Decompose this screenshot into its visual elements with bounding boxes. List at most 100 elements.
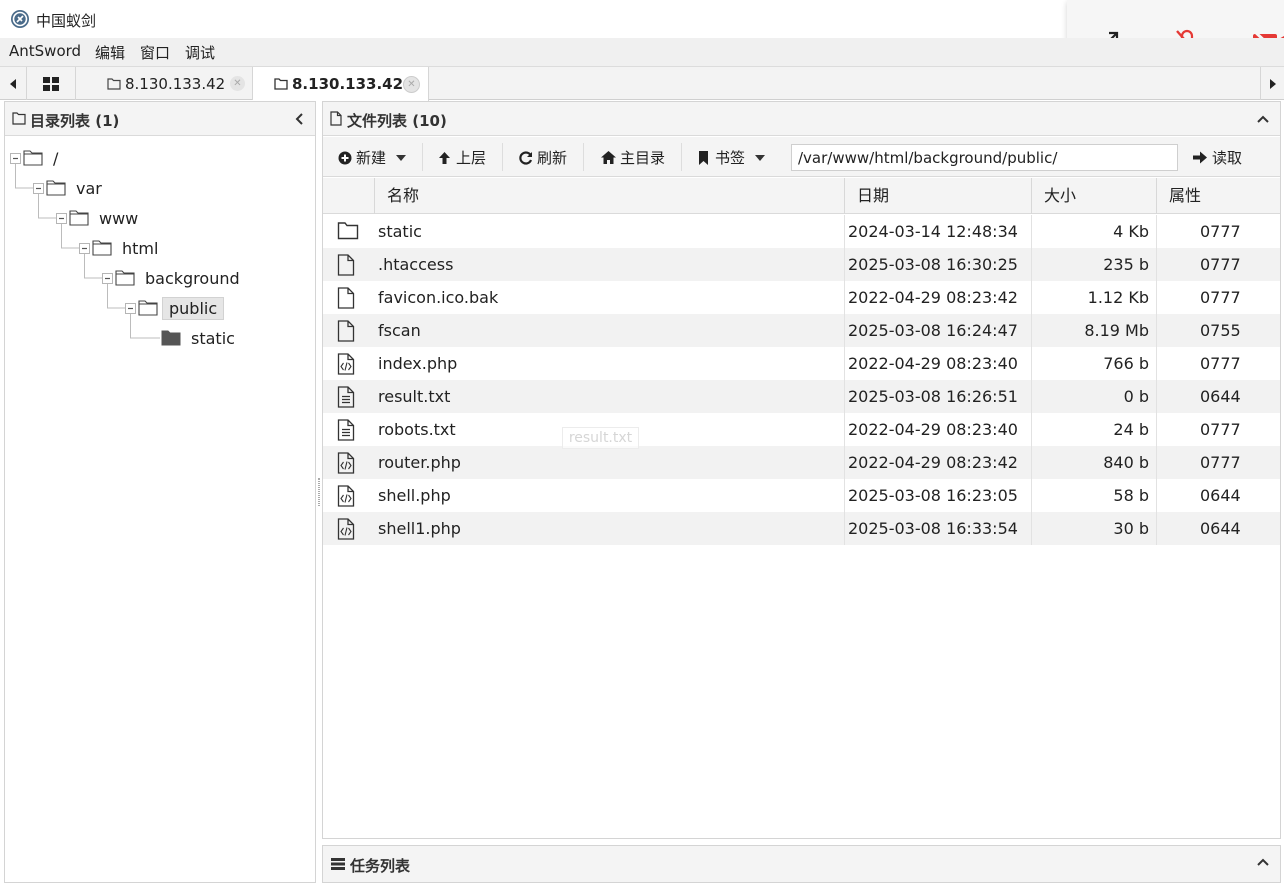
tree-node[interactable]: static bbox=[148, 327, 241, 349]
file-row[interactable]: favicon.ico.bak 2022-04-29 08:23:42 1.12 K… bbox=[323, 281, 1280, 314]
column-divider bbox=[1156, 215, 1157, 545]
file-row[interactable]: index.php 2022-04-29 08:23:40 766 b 0777 bbox=[323, 347, 1280, 380]
file-attr: 0777 bbox=[1200, 420, 1241, 439]
menu-antsword[interactable]: AntSword bbox=[9, 42, 81, 60]
tree-node-label: www bbox=[99, 208, 139, 228]
collapse-up-icon[interactable] bbox=[1257, 115, 1269, 123]
file-icon bbox=[337, 287, 355, 309]
file-attr: 0777 bbox=[1200, 354, 1241, 373]
collapse-toggle-icon[interactable] bbox=[56, 212, 67, 224]
tab-home[interactable] bbox=[27, 67, 76, 100]
tree-node[interactable]: var bbox=[33, 177, 108, 199]
directory-panel: 目录列表 (1) / var www html background public stat… bbox=[4, 101, 316, 883]
file-date: 2022-04-29 08:23:40 bbox=[848, 420, 1018, 439]
tree-node-label: static bbox=[191, 328, 235, 348]
file-attr: 0644 bbox=[1200, 519, 1241, 538]
code-file-icon bbox=[337, 485, 355, 507]
tree-node[interactable]: public bbox=[125, 296, 225, 320]
folder-icon bbox=[107, 77, 121, 90]
file-size: 1.12 Kb bbox=[1087, 288, 1149, 307]
file-list-title: 文件列表 (10) bbox=[347, 112, 447, 130]
file-row[interactable]: result.txt 2025-03-08 16:26:51 0 b 0644 bbox=[323, 380, 1280, 413]
tree-node[interactable]: / bbox=[10, 147, 64, 169]
file-row[interactable]: shell.php 2025-03-08 16:23:05 58 b 0644 bbox=[323, 479, 1280, 512]
tab-bar: 8.130.133.42 ✕ 8.130.133.42 ✕ bbox=[0, 66, 1284, 101]
bookmark-label: 书签 bbox=[715, 149, 746, 167]
close-icon[interactable]: ✕ bbox=[403, 76, 420, 93]
column-divider bbox=[1031, 215, 1032, 545]
file-name: robots.txt bbox=[378, 420, 456, 439]
file-attr: 0777 bbox=[1200, 255, 1241, 274]
column-attr[interactable]: 属性 bbox=[1156, 178, 1280, 214]
up-level-button[interactable]: 上层 bbox=[438, 147, 486, 168]
file-row[interactable]: static 2024-03-14 12:48:34 4 Kb 0777 bbox=[323, 215, 1280, 248]
file-row[interactable]: robots.txt 2022-04-29 08:23:40 24 b 0777 bbox=[323, 413, 1280, 446]
read-label: 读取 bbox=[1212, 149, 1243, 167]
file-date: 2025-03-08 16:26:51 bbox=[848, 387, 1018, 406]
tree-node-label: var bbox=[76, 178, 102, 198]
home-icon bbox=[601, 151, 616, 164]
tab-shell-2-active[interactable]: 8.130.133.42 ✕ bbox=[253, 67, 429, 101]
file-row[interactable]: shell1.php 2025-03-08 16:33:54 30 b 0644 bbox=[323, 512, 1280, 545]
collapse-toggle-icon[interactable] bbox=[79, 242, 90, 254]
file-attr: 0777 bbox=[1200, 288, 1241, 307]
home-dir-button[interactable]: 主目录 bbox=[601, 147, 665, 168]
file-size: 30 b bbox=[1113, 519, 1149, 538]
menu-debug[interactable]: 调试 bbox=[185, 42, 215, 63]
plus-circle-icon bbox=[338, 151, 352, 164]
caret-down-icon bbox=[755, 154, 766, 161]
list-icon bbox=[331, 858, 345, 870]
drag-ghost-label: result.txt bbox=[562, 427, 639, 449]
path-input[interactable] bbox=[791, 144, 1178, 171]
folder-icon bbox=[337, 221, 359, 240]
collapse-toggle-icon[interactable] bbox=[125, 302, 136, 314]
file-size: 0 b bbox=[1123, 387, 1149, 406]
splitter-handle[interactable] bbox=[318, 478, 320, 506]
file-list-panel: 文件列表 (10) 新建 上层 刷新 主目录 书签 /var/www/html/… bbox=[322, 101, 1281, 839]
tab-shell-1[interactable]: 8.130.133.42 ✕ bbox=[76, 67, 253, 100]
refresh-button[interactable]: 刷新 bbox=[519, 147, 567, 168]
file-name: fscan bbox=[378, 321, 421, 340]
menu-edit[interactable]: 编辑 bbox=[95, 42, 125, 63]
file-name: shell.php bbox=[378, 486, 451, 505]
tree-node[interactable]: www bbox=[56, 207, 144, 229]
tab-scroll-left-button[interactable] bbox=[0, 67, 27, 100]
file-attr: 0644 bbox=[1200, 486, 1241, 505]
column-name[interactable]: 名称 bbox=[374, 178, 844, 214]
folder-icon bbox=[115, 270, 135, 286]
tree-node-label: background bbox=[145, 268, 240, 288]
tab-scroll-right-button[interactable] bbox=[1260, 67, 1284, 100]
file-date: 2024-03-14 12:48:34 bbox=[848, 222, 1018, 241]
read-button[interactable]: 读取 bbox=[1193, 147, 1242, 168]
file-row[interactable]: router.php 2022-04-29 08:23:42 840 b 0777 bbox=[323, 446, 1280, 479]
arrow-right-icon bbox=[1193, 151, 1207, 164]
file-row[interactable]: .htaccess 2025-03-08 16:30:25 235 b 0777 bbox=[323, 248, 1280, 281]
tree-node[interactable]: html bbox=[79, 237, 164, 259]
new-button[interactable]: 新建 bbox=[338, 147, 407, 168]
tree-node-label: html bbox=[122, 238, 159, 258]
folder-icon bbox=[138, 300, 158, 316]
expand-up-icon[interactable] bbox=[1257, 858, 1269, 866]
file-row[interactable]: fscan 2025-03-08 16:24:47 8.19 Mb 0755 bbox=[323, 314, 1280, 347]
column-size[interactable]: 大小 bbox=[1031, 178, 1156, 214]
column-divider bbox=[844, 215, 845, 545]
collapse-left-icon[interactable] bbox=[295, 113, 304, 125]
tree-node[interactable]: background bbox=[102, 267, 246, 289]
tab-label: 8.130.133.42 bbox=[125, 74, 226, 93]
menu-window[interactable]: 窗口 bbox=[140, 42, 170, 63]
bookmark-button[interactable]: 书签 bbox=[698, 147, 766, 168]
collapse-toggle-icon[interactable] bbox=[102, 272, 113, 284]
file-icon bbox=[337, 320, 355, 342]
directory-panel-header: 目录列表 (1) bbox=[5, 102, 315, 136]
column-date[interactable]: 日期 bbox=[844, 178, 1031, 214]
antsword-logo-icon bbox=[10, 9, 30, 29]
caret-down-icon bbox=[396, 154, 407, 161]
file-grid-header: 名称 日期 大小 属性 bbox=[323, 178, 1280, 214]
collapse-toggle-icon[interactable] bbox=[33, 182, 44, 194]
close-icon[interactable]: ✕ bbox=[230, 76, 245, 91]
file-name: result.txt bbox=[378, 387, 451, 406]
code-file-icon bbox=[337, 353, 355, 375]
grid-icon bbox=[43, 76, 59, 91]
collapse-toggle-icon[interactable] bbox=[10, 152, 21, 164]
folder-icon bbox=[92, 240, 112, 256]
